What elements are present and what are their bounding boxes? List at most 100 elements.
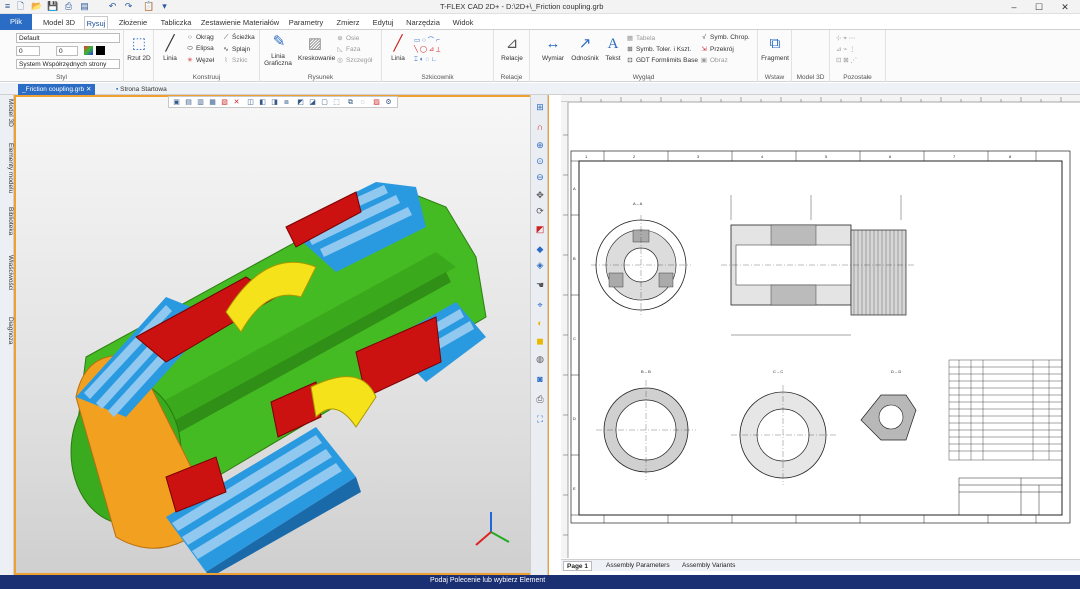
quick-access-more-icon[interactable]: ▾ [159,1,170,12]
tab-rysuj[interactable]: Rysuj [84,16,108,29]
wezel-button[interactable]: ✳ Węzeł [186,56,214,64]
symb-chrop-button[interactable]: √ Symb. Chrop. [700,34,750,41]
color-palette-icon[interactable] [84,46,93,55]
redo-icon[interactable]: ↷ [123,1,134,12]
relacje-button[interactable]: ⊿ Relacje [498,34,526,62]
tabela-button[interactable]: ▦ Tabela [626,34,655,42]
tab-tabliczka[interactable]: Tabliczka [158,16,194,29]
other-tools-row-2[interactable]: ⊿ ⌁ ⋮ [836,45,855,53]
new-icon[interactable]: 🗋 [15,1,26,12]
hidden-lines-icon[interactable]: ▢ [320,98,329,107]
tab-zlozenie[interactable]: Złożenie [115,16,151,29]
other-tools-row-3[interactable]: ⊡ ⊠ ⋰ [836,56,857,64]
paste-icon[interactable]: 📋 [143,1,154,12]
wymiar-button[interactable]: ↔ Wymiar [538,34,568,62]
linia-graficzna-button[interactable]: ✎ Linia Graficzna [263,32,295,67]
tab-widok[interactable]: Widok [448,16,478,29]
sciezka-button[interactable]: ⟋ Ścieżka [222,34,255,42]
rzut-2d-button[interactable]: ⬚ Rzut 2D [127,34,151,62]
tab-edytuj[interactable]: Edytuj [368,16,398,29]
section-plane-icon[interactable]: ◩ [534,223,546,235]
tab-parametry[interactable]: Parametry [285,16,327,29]
material-icon[interactable]: ◼ [534,335,546,347]
linia-button[interactable]: ╱ Linia [158,34,182,62]
side-tab-model-3d[interactable]: Model 3D [0,99,14,139]
camera-icon[interactable]: ◙ [534,373,546,385]
osie-button[interactable]: ⊕ Osie [336,34,359,42]
save-icon[interactable]: 💾 [47,1,58,12]
side-tab-diagnoza[interactable]: Diagnoza [0,317,14,357]
close-tab-icon[interactable]: ✕ [86,86,91,93]
open-icon[interactable]: 📂 [31,1,42,12]
tab-zmierz[interactable]: Zmierz [333,16,363,29]
transparency-icon[interactable]: ◌ [358,98,367,107]
light-icon[interactable]: ◐ [534,317,546,329]
sheet-tab-assembly-parameters[interactable]: Assembly Parameters [603,561,673,571]
przekroj-button[interactable]: ⇲ Przekrój [700,45,734,53]
gdt-button[interactable]: ⊡ GDT Formlimits Base [626,56,698,64]
view-front-icon[interactable]: ▣ [172,98,181,107]
undo-icon[interactable]: ↶ [107,1,118,12]
line-width-input[interactable]: 0 [16,46,40,56]
hand-icon[interactable]: ☚ [534,279,546,291]
pan-icon[interactable]: ✥ [534,189,546,201]
screenshot-icon[interactable]: ⎙ [534,393,546,405]
view-left-icon[interactable]: ▥ [196,98,205,107]
cube-icon[interactable]: ◆ [534,243,546,255]
doc-tab-friction-coupling[interactable]: _Friction coupling.grb ✕ [18,84,96,95]
tekst-button[interactable]: A Tekst [602,34,624,62]
obraz-button[interactable]: ▣ Obraz [700,56,728,64]
clip-icon[interactable]: ▨ [372,98,381,107]
szczegol-button[interactable]: ◎ Szczegół [336,56,372,64]
document-icon[interactable]: ▤ [79,1,90,12]
split-view-icon[interactable]: ⊞ [534,101,546,113]
render-icon[interactable]: ◍ [534,353,546,365]
szkic-button[interactable]: ⌇ Szkic [222,56,247,64]
sheet-tab-page-1[interactable]: Page 1 [563,561,592,571]
color-swatch[interactable] [96,46,105,55]
okrag-button[interactable]: ○ Okrąg [186,34,214,41]
viewport-3d[interactable] [14,95,549,575]
tab-narzedzia[interactable]: Narzędzia [404,16,442,29]
measure-icon[interactable]: ⌖ [534,299,546,311]
wireframe-icon[interactable]: ◪ [308,98,317,107]
layer-select[interactable]: Default [16,33,120,43]
zoom-window-icon[interactable]: ⊙ [534,155,546,167]
cube-shaded-icon[interactable]: ◈ [534,259,546,271]
view-iso2-icon[interactable]: ◧ [258,98,267,107]
doc-tab-start-page[interactable]: ▪ Strona Startowa [112,84,171,95]
zoom-out-icon[interactable]: ⊖ [534,171,546,183]
coord-system-select[interactable]: System Współrzędnych strony [16,59,120,69]
zoom-in-icon[interactable]: ⊕ [534,139,546,151]
tab-zestawienie[interactable]: Zestawienie Materiałów [200,16,280,29]
elipsa-button[interactable]: ⬭ Elipsa [186,45,214,53]
view-iso-icon[interactable]: ◫ [246,98,255,107]
edges-icon[interactable]: ⬚ [332,98,341,107]
settings-icon[interactable]: ⚙ [384,98,393,107]
hatch-input[interactable]: 0 [56,46,78,56]
fit-all-icon[interactable]: ⛶ [534,413,546,425]
perspective-icon[interactable]: ⧉ [346,98,355,107]
faza-button[interactable]: ◺ Faza [336,45,361,53]
sketch-tools-row-3[interactable]: ⌶ ◐ ◌ ∟ [414,56,437,64]
view-back-icon[interactable]: ▤ [184,98,193,107]
menu-icon[interactable]: ≡ [2,1,13,12]
view-top-icon[interactable]: ▧ [220,98,229,107]
shading-icon[interactable]: ◩ [296,98,305,107]
maximize-icon[interactable]: ☐ [1025,0,1053,14]
side-tab-wlasciwosci[interactable]: Właściwości [0,255,14,305]
tab-model-3d[interactable]: Model 3D [38,16,80,29]
tab-plik[interactable]: Plik [0,14,32,30]
szkicownik-linia-button[interactable]: ╱ Linia [386,34,410,62]
side-tab-biblioteka[interactable]: Biblioteka [0,207,14,251]
view-right-icon[interactable]: ▦ [208,98,217,107]
view-iso3-icon[interactable]: ◨ [270,98,279,107]
symb-toler-button[interactable]: ⊞ Symb. Toler. i Kszt. [626,45,691,53]
other-tools-row-1[interactable]: ⊹ ⌖ ⋯ [836,34,855,43]
sketch-tools-row-1[interactable]: ▭ ○ ⌒ ⌐ [414,34,440,44]
view-section-icon[interactable]: ⧈ [282,98,291,107]
minimize-icon[interactable]: – [1000,0,1028,14]
splajn-button[interactable]: ∿ Splajn [222,45,250,53]
fragment-button[interactable]: ⧉ Fragment [760,34,790,62]
close-icon[interactable]: ✕ [1051,0,1079,14]
